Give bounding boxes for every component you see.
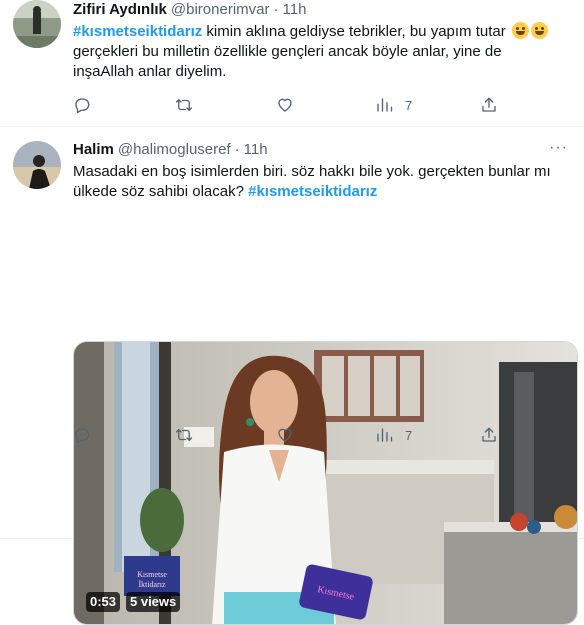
tweet-text-part: kimin aklına geldiyse tebrikler, bu yapı… bbox=[202, 23, 510, 40]
retweet-button[interactable] bbox=[175, 96, 193, 114]
tweet-text-part: Masadaki en boş isimlerden biri. söz hak… bbox=[73, 163, 551, 180]
share-icon bbox=[482, 427, 496, 442]
view-count: 7 bbox=[405, 427, 413, 443]
retweet-icon bbox=[175, 429, 193, 441]
avatar-image bbox=[13, 0, 61, 48]
grinning-face-emoji-icon bbox=[530, 22, 548, 39]
tweet-header: Halim @halimogluseref · 11h ··· bbox=[73, 138, 568, 160]
video-views-badge: 5 views bbox=[126, 592, 181, 612]
tweet[interactable]: Halim @halimogluseref · 11h ··· Masadaki… bbox=[0, 127, 584, 625]
avatar[interactable] bbox=[13, 141, 61, 189]
video-duration-badge: 0:53 bbox=[86, 592, 121, 612]
timestamp[interactable]: 11h bbox=[283, 0, 307, 20]
video-thumbnail: Kısmetse Kısmetse İktidarız bbox=[74, 342, 577, 624]
svg-text:İktidarız: İktidarız bbox=[138, 580, 166, 589]
tweet-text-part: ülkede söz sahibi olacak? bbox=[73, 183, 249, 200]
separator-dot: · bbox=[273, 1, 279, 18]
video-player[interactable]: Kısmetse Kısmetse İktidarız 0:53 5 views bbox=[73, 341, 578, 625]
hashtag-link[interactable]: #kısmetseiktidarız bbox=[248, 183, 377, 200]
display-name[interactable]: Halim bbox=[73, 140, 114, 160]
timestamp[interactable]: 11h bbox=[244, 140, 268, 160]
like-button[interactable] bbox=[276, 96, 294, 114]
tweet-header: Zifiri Aydınlık @bironerimvar · 11h bbox=[73, 0, 568, 20]
heart-icon bbox=[278, 428, 292, 442]
retweet-icon bbox=[175, 99, 193, 111]
user-handle[interactable]: @halimogluseref bbox=[118, 140, 231, 160]
display-name[interactable]: Zifiri Aydınlık bbox=[73, 0, 167, 20]
avatar[interactable] bbox=[13, 0, 61, 48]
tweet[interactable]: Zifiri Aydınlık @bironerimvar · 11h #kıs… bbox=[0, 0, 584, 127]
tweet-text-part: inşaAllah anlar diyelim. bbox=[73, 63, 227, 80]
separator-dot: · bbox=[234, 141, 240, 158]
hashtag-link[interactable]: #kısmetseiktidarız bbox=[73, 23, 202, 40]
svg-text:Kısmetse: Kısmetse bbox=[137, 570, 167, 579]
like-button[interactable] bbox=[276, 426, 294, 444]
reply-icon bbox=[75, 428, 90, 444]
views-chart-icon bbox=[377, 98, 393, 112]
user-handle[interactable]: @bironerimvar bbox=[171, 0, 270, 20]
reply-button[interactable] bbox=[73, 426, 91, 444]
views-chart-icon bbox=[377, 428, 393, 442]
retweet-button[interactable] bbox=[175, 426, 193, 444]
tweet-text: Masadaki en boş isimlerden biri. söz hak… bbox=[73, 162, 568, 202]
avatar-image bbox=[13, 141, 61, 189]
grinning-face-emoji-icon bbox=[511, 22, 529, 39]
tweet-text-part: gerçekleri bu milletin özellikle gençler… bbox=[73, 43, 502, 60]
action-bar: 7 bbox=[73, 95, 568, 115]
views-button[interactable]: 7 bbox=[375, 96, 412, 114]
reply-icon bbox=[75, 98, 90, 114]
share-button[interactable] bbox=[480, 96, 498, 114]
heart-icon bbox=[278, 98, 292, 112]
tweet-text: #kısmetseiktidarız kimin aklına geldiyse… bbox=[73, 22, 568, 82]
view-count: 7 bbox=[405, 97, 413, 113]
share-button[interactable] bbox=[480, 426, 498, 444]
share-icon bbox=[482, 97, 496, 112]
more-options-icon[interactable]: ··· bbox=[549, 138, 568, 158]
action-bar: 7 bbox=[73, 425, 568, 445]
views-button[interactable]: 7 bbox=[375, 426, 412, 444]
reply-button[interactable] bbox=[73, 96, 91, 114]
